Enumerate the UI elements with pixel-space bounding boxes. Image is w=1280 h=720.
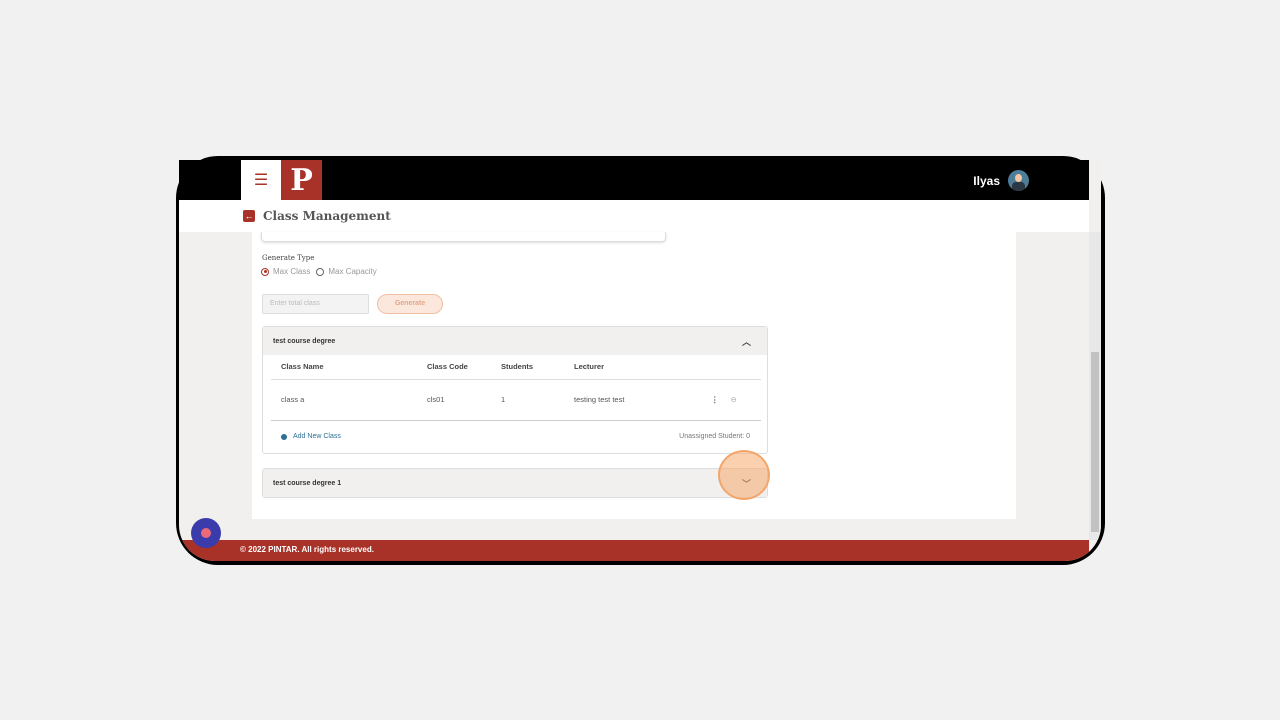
chevron-up-icon[interactable]: ︿: [742, 335, 751, 348]
top-bar: ☰ P Ilyas: [179, 160, 1089, 200]
more-vertical-icon[interactable]: ⋮: [711, 395, 719, 404]
course-name: test course degree 1: [273, 479, 342, 487]
click-indicator: [718, 450, 770, 500]
generate-button[interactable]: Generate: [377, 294, 443, 314]
page-title: Class Management: [263, 209, 391, 223]
course-name: test course degree: [273, 337, 336, 345]
radio-max-capacity[interactable]: Max Capacity: [316, 267, 377, 276]
avatar[interactable]: [1008, 170, 1029, 191]
col-class-code: Class Code: [417, 355, 491, 380]
total-class-input[interactable]: Enter total class: [262, 294, 369, 314]
col-lecturer: Lecturer: [564, 355, 701, 380]
generate-type-radios: Max Class Max Capacity: [261, 267, 377, 276]
accordion-header[interactable]: test course degree 1 ﹀: [263, 469, 767, 497]
plus-circle-icon: [281, 433, 287, 440]
course-accordion: test course degree ︿ Class Name Class Co…: [262, 326, 768, 454]
footer: © 2022 PINTAR. All rights reserved.: [179, 540, 1089, 561]
table-row: class a cls01 1 testing test test ⋮ ⊖: [271, 379, 761, 421]
back-arrow-icon[interactable]: ←: [243, 210, 255, 222]
page-header: ← Class Management: [179, 200, 1089, 232]
app-screen: ☰ P Ilyas ← Class Management Generate Ty…: [179, 160, 1101, 561]
generate-type-label: Generate Type: [262, 254, 315, 262]
col-class-name: Class Name: [271, 355, 417, 380]
help-chat-button[interactable]: [191, 518, 221, 548]
previous-section: [261, 232, 666, 242]
accordion-header[interactable]: test course degree ︿: [263, 327, 767, 355]
scrollbar-thumb[interactable]: [1091, 352, 1099, 532]
unassigned-student-count: Unassigned Student: 0: [679, 433, 750, 440]
remove-circle-icon[interactable]: ⊖: [731, 395, 737, 404]
col-students: Students: [491, 355, 564, 380]
user-menu[interactable]: Ilyas: [973, 170, 1029, 191]
scrollbar[interactable]: [1089, 232, 1101, 540]
content-card: Generate Type Max Class Max Capacity Ent…: [252, 232, 1016, 519]
hamburger-icon[interactable]: ☰: [241, 160, 281, 200]
class-table: Class Name Class Code Students Lecturer …: [271, 355, 761, 421]
user-name: Ilyas: [973, 173, 1000, 188]
radio-max-class[interactable]: Max Class: [261, 267, 310, 276]
logo[interactable]: P: [281, 160, 322, 200]
add-new-class-button[interactable]: Add New Class: [281, 433, 341, 440]
course-accordion: test course degree 1 ﹀: [262, 468, 768, 498]
